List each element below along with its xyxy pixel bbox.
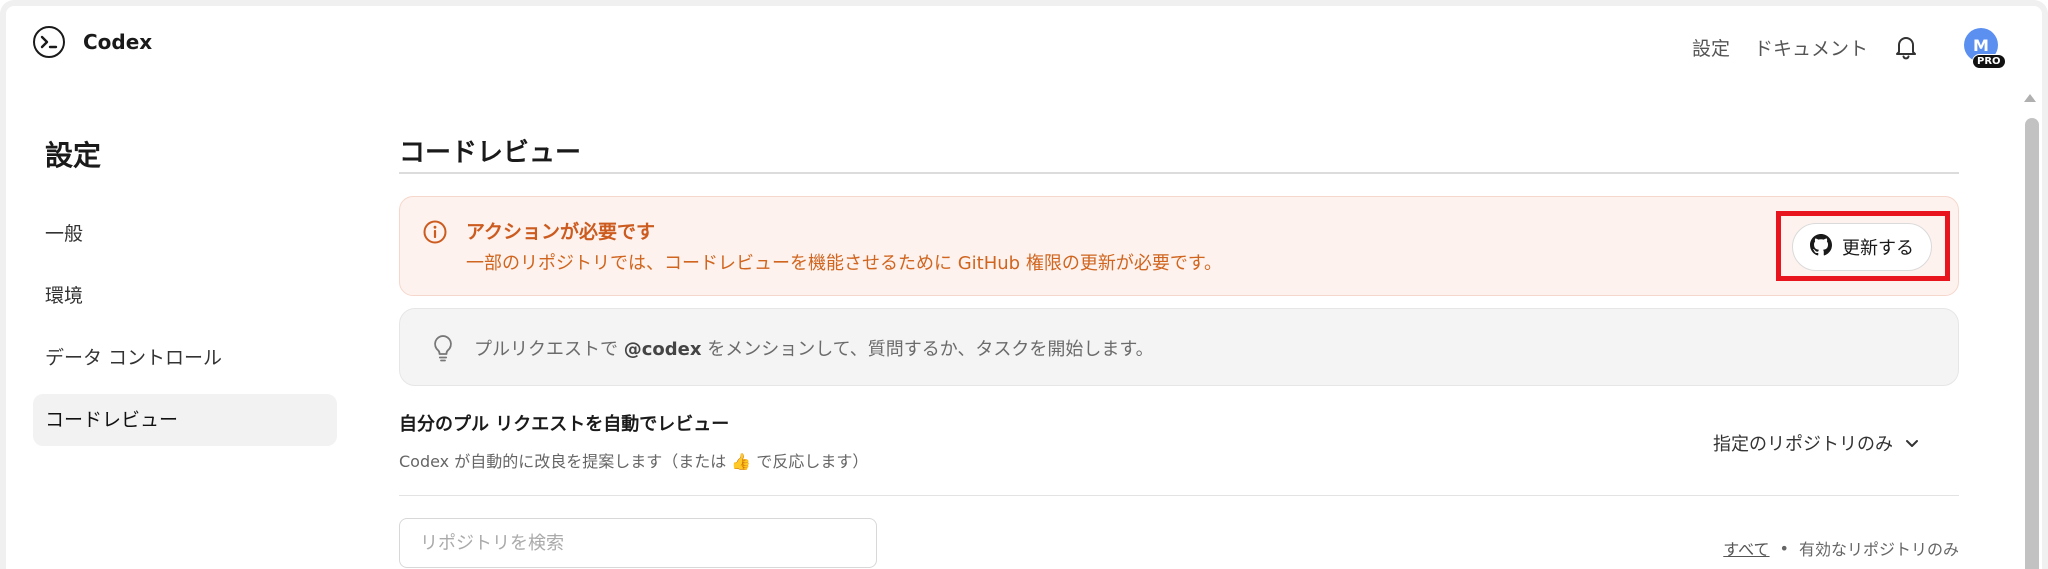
codex-logo-icon xyxy=(33,26,65,58)
alert-description: 一部のリポジトリでは、コードレビューを機能させるために GitHub 権限の更新… xyxy=(466,253,1223,274)
tip-text-after: をメンションして、質問するか、タスクを開始します。 xyxy=(701,339,1154,360)
title-divider xyxy=(399,172,1959,174)
update-button-label: 更新する xyxy=(1842,238,1914,259)
auto-review-desc-after: で反応します） xyxy=(751,452,869,471)
filter-separator: • xyxy=(1779,538,1789,558)
thumbs-up-icon: 👍 xyxy=(731,452,752,471)
github-icon xyxy=(1810,233,1832,261)
auto-review-setting: 自分のプル リクエストを自動でレビュー Codex が自動的に改良を提案します（… xyxy=(399,386,1959,496)
repo-search-row: すべて • 有効なリポジトリのみ xyxy=(399,496,1959,569)
update-permissions-button[interactable]: 更新する xyxy=(1792,223,1932,271)
mention-tip: プルリクエストで @codex をメンションして、質問するか、タスクを開始します… xyxy=(399,308,1959,386)
repo-filters: すべて • 有効なリポジトリのみ xyxy=(1723,536,1959,560)
docs-link[interactable]: ドキュメント xyxy=(1754,34,1868,61)
filter-active-link[interactable]: 有効なリポジトリのみ xyxy=(1799,536,1959,560)
page-title: コードレビュー xyxy=(399,138,582,168)
settings-link[interactable]: 設定 xyxy=(1692,34,1730,61)
chevron-down-icon xyxy=(1905,433,1919,454)
brand[interactable]: Codex xyxy=(33,26,152,58)
top-nav: 設定 ドキュメント M PRO xyxy=(1692,28,2010,69)
top-bar: Codex 設定 ドキュメント M PRO xyxy=(6,6,2042,86)
info-icon xyxy=(422,219,448,245)
tip-text-before: プルリクエストで xyxy=(474,339,624,360)
action-required-alert: アクションが必要です 一部のリポジトリでは、コードレビューを機能させるために G… xyxy=(399,196,1959,296)
repo-scope-dropdown[interactable]: 指定のリポジトリのみ xyxy=(1713,430,1919,456)
sidebar-item-code-review[interactable]: コードレビュー xyxy=(33,394,337,446)
user-menu[interactable]: M PRO xyxy=(1964,28,2006,69)
sidebar-item-data-controls[interactable]: データ コントロール xyxy=(33,332,337,384)
auto-review-desc-before: Codex が自動的に改良を提案します（または xyxy=(399,452,732,471)
plan-badge: PRO xyxy=(1972,54,2006,69)
scroll-up-arrow-icon[interactable] xyxy=(2024,94,2036,102)
sidebar-item-environments[interactable]: 環境 xyxy=(33,270,337,322)
repo-search-input[interactable] xyxy=(399,518,877,568)
sidebar: 設定 一般 環境 データ コントロール コードレビュー xyxy=(33,136,337,446)
app-name: Codex xyxy=(83,30,153,54)
auto-review-description: Codex が自動的に改良を提案します（または 👍 で反応します） xyxy=(399,448,868,472)
tip-mention: @codex xyxy=(623,339,702,360)
alert-title: アクションが必要です xyxy=(466,221,656,243)
sidebar-title: 設定 xyxy=(45,139,102,172)
bell-icon[interactable] xyxy=(1892,33,1920,61)
repo-scope-value: 指定のリポジトリのみ xyxy=(1713,434,1893,455)
app-window: Codex 設定 ドキュメント M PRO 設定 一般 環境 データ コントロー… xyxy=(0,0,2048,569)
filter-all-link[interactable]: すべて xyxy=(1723,536,1769,560)
scrollbar-thumb[interactable] xyxy=(2025,118,2039,569)
auto-review-title: 自分のプル リクエストを自動でレビュー xyxy=(399,414,730,435)
main-content: コードレビュー アクションが必要です 一部のリポジトリでは、コードレビューを機能… xyxy=(399,134,1959,569)
sidebar-item-general[interactable]: 一般 xyxy=(33,208,337,260)
lightbulb-icon xyxy=(430,333,456,363)
tip-text: プルリクエストで @codex をメンションして、質問するか、タスクを開始します… xyxy=(474,335,1154,361)
